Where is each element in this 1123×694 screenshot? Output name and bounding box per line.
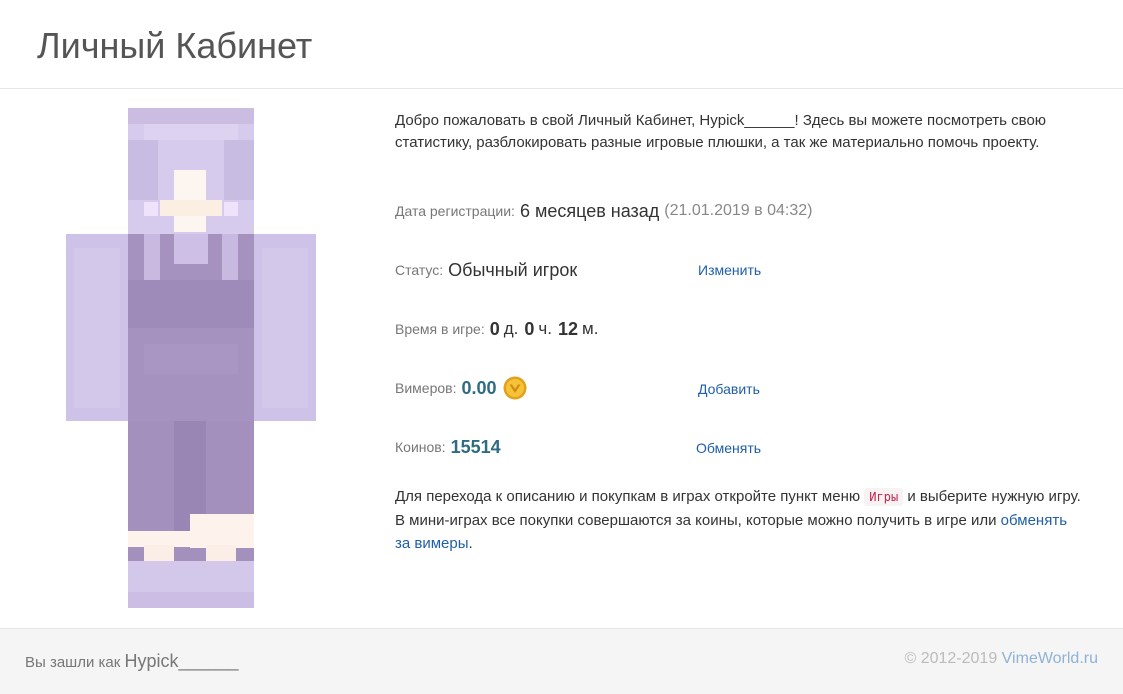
playtime-minutes-unit: м. (582, 319, 599, 338)
games-menu-tag: Игры (864, 488, 904, 506)
add-vimers-link[interactable]: Добавить (698, 381, 760, 397)
logged-in-as: Вы зашли как Hypick______ (25, 651, 239, 671)
footer-username: Hypick______ (124, 651, 239, 671)
registration-relative: 6 месяцев назад (519, 200, 660, 221)
status-value: Обычный игрок (448, 259, 578, 280)
copyright: © 2012-2019 VimeWorld.ru (904, 650, 1098, 667)
status-label: Статус: (395, 262, 444, 278)
playtime-hours-unit: ч. (538, 319, 553, 338)
exchange-coins-link[interactable]: Обменять (696, 440, 761, 456)
vimer-coin-icon (503, 376, 527, 400)
playtime-label: Время в игре: (395, 321, 485, 337)
welcome-block: Добро пожаловать в свой Личный Кабинет, … (395, 110, 1085, 154)
site-link[interactable]: VimeWorld.ru (1002, 650, 1098, 667)
change-status-link[interactable]: Изменить (698, 262, 761, 278)
status-row: Статус: Обычный игрок (395, 255, 577, 285)
coins-row: Коинов: 15514 (395, 432, 501, 462)
playtime-days: 0 (489, 318, 500, 339)
playtime-minutes: 12 (558, 318, 579, 339)
games-info-text: Для перехода к описанию и покупкам в игр… (395, 488, 1081, 552)
playtime-days-unit: д. (503, 319, 519, 338)
player-skin-preview (66, 108, 316, 608)
coins-value: 15514 (450, 436, 501, 457)
page-footer: Вы зашли как Hypick______ © 2012-2019 Vi… (0, 628, 1123, 694)
vimers-value: 0.00 (461, 377, 497, 398)
page-header: Личный Кабинет (0, 0, 1123, 89)
coins-label: Коинов: (395, 439, 446, 455)
vimers-row: Вимеров: 0.00 (395, 373, 527, 403)
registration-label: Дата регистрации: (395, 203, 515, 219)
vimers-label: Вимеров: (395, 380, 457, 396)
page-title: Личный Кабинет (37, 25, 313, 66)
playtime-row: Время в игре: 0 д. 0 ч. 12 м. (395, 314, 604, 344)
welcome-text: Добро пожаловать в свой Личный Кабинет, … (395, 112, 1047, 151)
registration-row: Дата регистрации: 6 месяцев назад (21.01… (395, 196, 812, 226)
registration-exact: (21.01.2019 в 04:32) (664, 202, 813, 219)
playtime-hours: 0 (524, 318, 535, 339)
intro-username: Hypick______ (699, 112, 795, 129)
